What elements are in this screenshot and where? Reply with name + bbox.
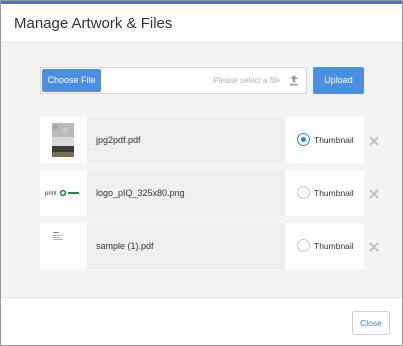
logo-thumbnail-image: print bbox=[45, 189, 79, 197]
thumbnail-radio[interactable] bbox=[297, 239, 310, 252]
svg-text:print: print bbox=[45, 191, 57, 197]
thumbnail-radio[interactable] bbox=[297, 186, 310, 199]
manage-artwork-dialog: Manage Artwork & Files Choose File Pleas… bbox=[0, 0, 403, 346]
file-row: sample (1).pdf Thumbnail bbox=[40, 223, 379, 269]
file-placeholder: Please select a file bbox=[213, 76, 280, 85]
dialog-footer: Close bbox=[1, 297, 402, 345]
pdf-thumbnail-image bbox=[52, 123, 74, 157]
close-button[interactable]: Close bbox=[352, 311, 390, 335]
file-name: jpg2pdf.pdf bbox=[96, 135, 141, 145]
thumbnail-radio[interactable] bbox=[297, 133, 310, 146]
thumbnail-radio-label: Thumbnail bbox=[314, 241, 354, 251]
file-name: logo_pIQ_325x80.png bbox=[96, 188, 185, 198]
file-row: jpg2pdf.pdf Thumbnail bbox=[40, 117, 379, 163]
file-thumbnail bbox=[40, 223, 87, 269]
dialog-body: Choose File Please select a file Upload bbox=[1, 43, 402, 297]
remove-icon[interactable] bbox=[369, 136, 379, 146]
file-thumbnail bbox=[40, 117, 87, 163]
dialog-header: Manage Artwork & Files bbox=[1, 4, 402, 43]
document-thumbnail-image bbox=[52, 229, 74, 259]
choose-file-button[interactable]: Choose File bbox=[42, 69, 101, 92]
upload-button[interactable]: Upload bbox=[313, 67, 364, 94]
file-name-cell: logo_pIQ_325x80.png bbox=[87, 170, 285, 216]
file-select-field[interactable]: Choose File Please select a file bbox=[40, 67, 307, 94]
file-name-cell: sample (1).pdf bbox=[87, 223, 285, 269]
dialog-title: Manage Artwork & Files bbox=[14, 15, 173, 32]
remove-icon[interactable] bbox=[369, 189, 379, 199]
remove-icon[interactable] bbox=[369, 242, 379, 252]
thumbnail-radio-label: Thumbnail bbox=[314, 135, 354, 145]
upload-arrow-icon bbox=[290, 75, 298, 86]
upload-row: Choose File Please select a file Upload bbox=[40, 67, 364, 94]
file-name-cell: jpg2pdf.pdf bbox=[87, 117, 285, 163]
file-thumbnail: print bbox=[40, 170, 87, 216]
file-name: sample (1).pdf bbox=[96, 241, 154, 251]
thumbnail-radio-label: Thumbnail bbox=[314, 188, 354, 198]
file-row: print logo_pIQ_325x80.png Thumbnail bbox=[40, 170, 379, 216]
